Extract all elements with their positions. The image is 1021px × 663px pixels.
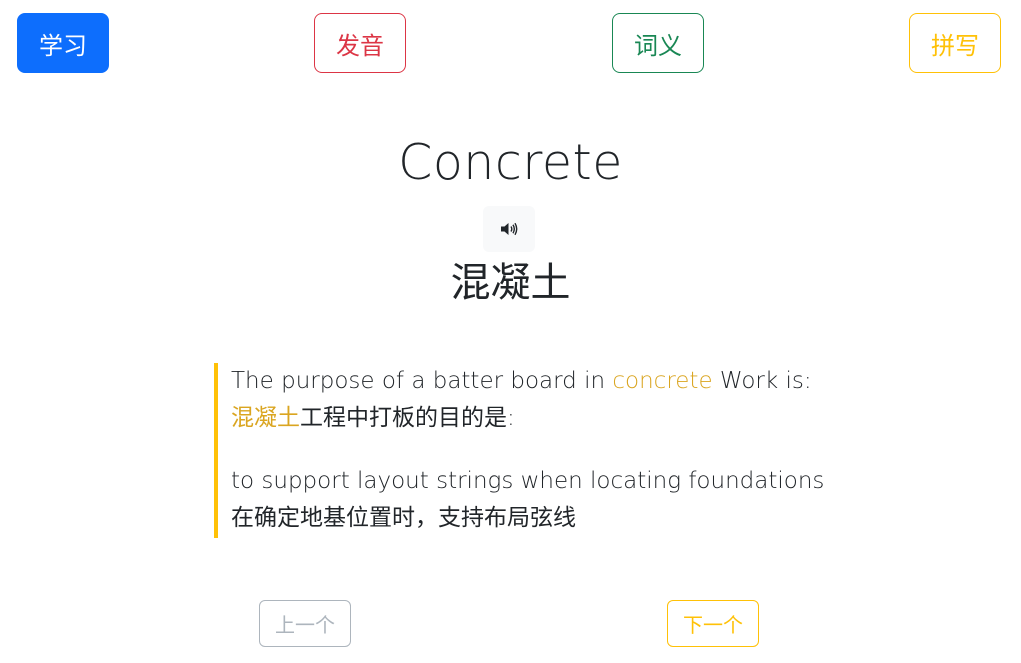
pronunciation-mode-button[interactable]: 发音	[314, 13, 406, 73]
example-en-text: The purpose of a batter board in	[231, 368, 613, 394]
play-pronunciation-button[interactable]	[483, 206, 535, 252]
word-study-page: 学习 发音 词义 拼写 Concrete 混凝土 The purpose of …	[0, 0, 1021, 663]
word-title: Concrete	[398, 134, 623, 191]
example-en-text-end: Work is:	[712, 368, 812, 394]
example-en-highlight: concrete	[612, 368, 713, 394]
example-sentence-en: The purpose of a batter board in concret…	[231, 363, 834, 400]
example-answer-en: to support layout strings when locating …	[231, 468, 825, 494]
word-translation: 混凝土	[450, 260, 571, 306]
example-zh-highlight: 混凝土	[231, 405, 300, 431]
example-zh-text: 工程中打板的目的是:	[300, 405, 515, 431]
spelling-mode-button[interactable]: 拼写	[909, 13, 1001, 73]
meaning-mode-button[interactable]: 词义	[612, 13, 704, 73]
example-sentence-block: The purpose of a batter board in concret…	[214, 363, 834, 538]
study-mode-button[interactable]: 学习	[17, 13, 109, 73]
example-sentence-zh: 混凝土工程中打板的目的是:	[231, 400, 834, 437]
previous-button[interactable]: 上一个	[259, 600, 351, 647]
speaker-icon	[501, 222, 518, 236]
next-button[interactable]: 下一个	[667, 600, 759, 647]
example-answer-zh: 在确定地基位置时，支持布局弦线	[231, 505, 576, 531]
